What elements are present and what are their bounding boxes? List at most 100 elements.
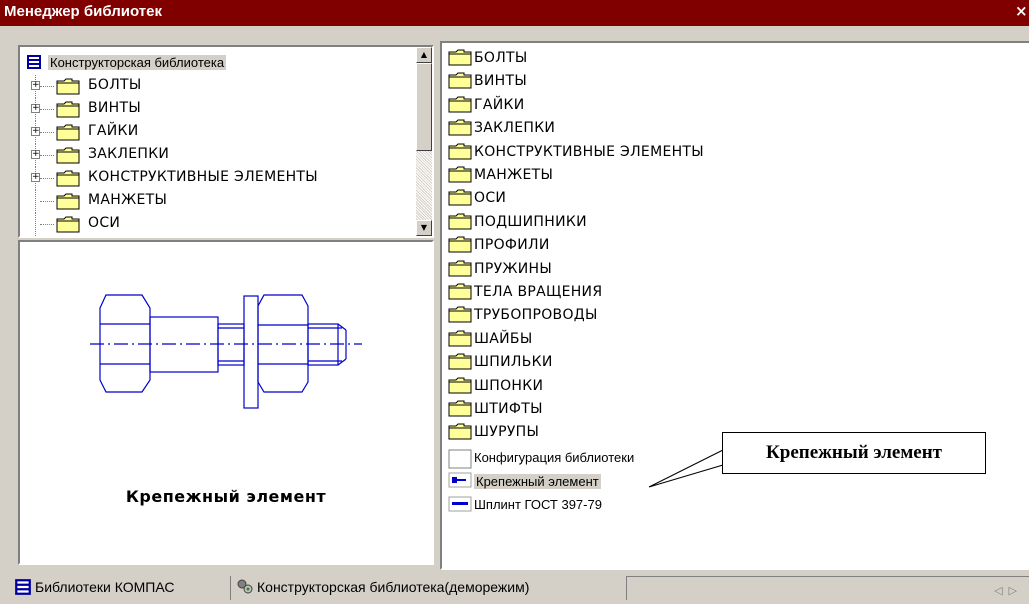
folder-icon <box>56 170 80 187</box>
tab-kompas-libraries[interactable]: Библиотеки КОМПАС <box>14 574 175 600</box>
tree-line <box>35 213 36 236</box>
expand-icon[interactable]: + <box>31 104 40 113</box>
tab-label: Библиотеки КОМПАС <box>35 579 175 595</box>
library-contents-list[interactable]: БОЛТЫ ВИНТЫ ГАЙКИ ЗАКЛЕПКИ КОНСТРУКТИВНЫЕ ЭЛ… <box>440 41 1029 570</box>
list-folder-item[interactable]: КОНСТРУКТИВНЫЕ ЭЛЕМЕНТЫ <box>448 141 704 163</box>
tree-item[interactable]: + КОНСТРУКТИВНЫЕ ЭЛЕМЕНТЫ <box>20 167 416 190</box>
list-folder-item[interactable]: БОЛТЫ <box>448 47 528 69</box>
tree-line <box>40 132 54 133</box>
list-item-label: ШУРУПЫ <box>474 424 540 441</box>
expand-icon[interactable]: + <box>31 127 40 136</box>
list-folder-item[interactable]: ЗАКЛЕПКИ <box>448 117 555 139</box>
tree-root-label: Конструкторская библиотека <box>48 54 227 70</box>
list-item-label: ТРУБОПРОВОДЫ <box>474 307 598 324</box>
scroll-up-button[interactable]: ▲ <box>416 47 432 63</box>
library-icon <box>15 579 31 595</box>
scroll-thumb[interactable] <box>416 63 432 151</box>
tree-scrollbar[interactable]: ▲ ▼ <box>416 47 432 236</box>
tree-root[interactable]: Конструкторская библиотека <box>26 52 227 72</box>
folder-icon <box>56 216 80 233</box>
folder-icon <box>448 189 472 206</box>
tree-line <box>40 201 54 202</box>
list-folder-item[interactable]: ТРУБОПРОВОДЫ <box>448 304 598 326</box>
tree-line <box>40 86 54 87</box>
list-library-item[interactable]: Шплинт ГОСТ 397-79 <box>448 494 602 516</box>
folder-icon <box>56 193 80 210</box>
blank-document-icon <box>448 449 472 469</box>
fastener-icon <box>448 472 472 488</box>
list-item-label: БОЛТЫ <box>474 50 528 66</box>
list-item-label: ТЕЛА ВРАЩЕНИЯ <box>474 284 603 300</box>
list-item-label: Шплинт ГОСТ 397-79 <box>474 497 602 513</box>
folder-icon <box>448 330 472 347</box>
tree-item[interactable]: МАНЖЕТЫ <box>20 190 416 213</box>
list-folder-item[interactable]: ТЕЛА ВРАЩЕНИЯ <box>448 281 602 303</box>
close-icon[interactable]: × <box>1015 2 1029 22</box>
list-item-label: ЗАКЛЕПКИ <box>474 120 556 137</box>
list-item-label: ШТИФТЫ <box>474 401 543 417</box>
expand-icon[interactable]: + <box>31 150 40 159</box>
list-item-label: КОНСТРУКТИВНЫЕ ЭЛЕМЕНТЫ <box>474 143 704 160</box>
list-item-label: ШПОНКИ <box>474 377 544 394</box>
scroll-down-button[interactable]: ▼ <box>416 220 432 236</box>
tree-item[interactable]: + ЗАКЛЕПКИ <box>20 144 416 167</box>
tab-empty-area: ◁▷ <box>626 576 1029 600</box>
tree-item[interactable]: + БОЛТЫ <box>20 75 416 98</box>
list-folder-item[interactable]: ПОДШИПНИКИ <box>448 211 587 233</box>
list-item-label: ШПИЛЬКИ <box>474 354 553 371</box>
list-folder-item[interactable]: ШАЙБЫ <box>448 328 532 350</box>
tree-item-label: ВИНТЫ <box>88 100 142 116</box>
list-folder-item[interactable]: ШТИФТЫ <box>448 398 543 420</box>
tree-item-label: ОСИ <box>88 215 121 231</box>
tree-items: + БОЛТЫ + ВИНТЫ + ГАЙКИ + ЗАКЛЕПКИ + КОНСТРУКТИВН… <box>20 75 416 236</box>
folder-icon <box>56 147 80 164</box>
tree-item[interactable]: + ГАЙКИ <box>20 121 416 144</box>
folder-icon <box>56 124 80 141</box>
folder-icon <box>448 96 472 113</box>
fastener-drawing <box>90 294 362 409</box>
tree-line <box>35 190 36 213</box>
list-item-label: ВИНТЫ <box>474 73 528 90</box>
list-folder-item[interactable]: ПРОФИЛИ <box>448 234 550 256</box>
callout-box: Крепежный элемент <box>722 432 986 474</box>
tab-divider <box>230 576 231 600</box>
folder-icon <box>448 166 472 183</box>
folder-icon <box>448 283 472 300</box>
folder-icon <box>448 72 472 89</box>
expand-icon[interactable]: + <box>31 81 40 90</box>
list-item-label: МАНЖЕТЫ <box>474 167 554 183</box>
tab-design-library[interactable]: Конструкторская библиотека(деморежим) <box>236 574 529 600</box>
tree-item-label: ЗАКЛЕПКИ <box>88 146 170 162</box>
list-folder-item[interactable]: ШУРУПЫ <box>448 421 539 443</box>
list-item-label: ГАЙКИ <box>474 96 525 113</box>
list-item-label: ПРОФИЛИ <box>474 237 550 254</box>
folder-icon <box>448 423 472 440</box>
tree-item-label: ГАЙКИ <box>88 123 139 139</box>
list-folder-item[interactable]: ШПОНКИ <box>448 375 543 397</box>
list-item-label: ПОДШИПНИКИ <box>474 213 587 230</box>
folder-icon <box>448 119 472 136</box>
list-folder-item[interactable]: МАНЖЕТЫ <box>448 164 553 186</box>
tab-scroll-arrows-icon[interactable]: ◁▷ <box>994 584 1023 597</box>
library-tree[interactable]: Конструкторская библиотека + БОЛТЫ + ВИНТЫ +… <box>18 45 434 238</box>
library-book-icon <box>27 55 41 69</box>
list-folder-item[interactable]: ОСИ <box>448 187 506 209</box>
folder-icon <box>56 101 80 118</box>
folder-icon <box>448 49 472 66</box>
tab-label: Конструкторская библиотека(деморежим) <box>257 579 530 595</box>
list-folder-item[interactable]: ПРУЖИНЫ <box>448 258 552 280</box>
preview-caption: Крепежный элемент <box>125 487 327 506</box>
list-library-item[interactable]: Конфигурация библиотеки <box>448 447 634 469</box>
tree-item[interactable]: ОСИ <box>20 213 416 236</box>
list-folder-item[interactable]: ВИНТЫ <box>448 70 527 92</box>
tree-item[interactable]: + ВИНТЫ <box>20 98 416 121</box>
list-item-label: Конфигурация библиотеки <box>474 450 635 466</box>
list-item-label: ОСИ <box>474 190 507 207</box>
expand-icon[interactable]: + <box>31 173 40 182</box>
folder-icon <box>448 400 472 417</box>
tree-item-label: КОНСТРУКТИВНЫЕ ЭЛЕМЕНТЫ <box>88 169 318 185</box>
folder-icon <box>56 78 80 95</box>
list-library-item[interactable]: Крепежный элемент <box>448 470 601 492</box>
list-folder-item[interactable]: ГАЙКИ <box>448 94 525 116</box>
list-folder-item[interactable]: ШПИЛЬКИ <box>448 351 553 373</box>
